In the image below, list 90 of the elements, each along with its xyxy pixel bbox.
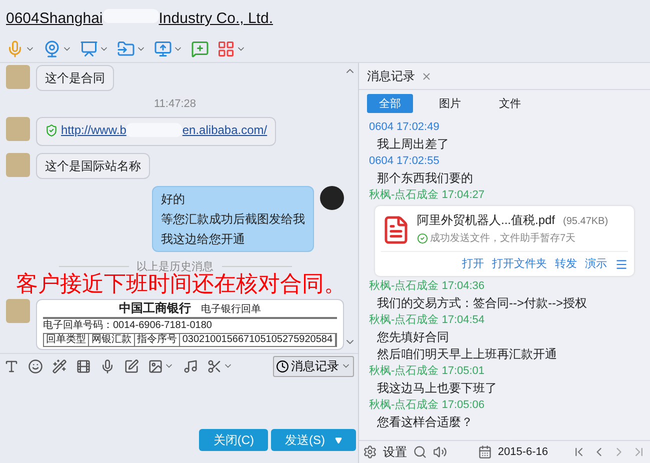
webcam-tool[interactable] — [43, 40, 72, 58]
file-action-link[interactable]: 演示 — [585, 256, 607, 273]
avatar — [6, 65, 30, 89]
message-text: 我这边马上也要下班了 — [376, 380, 498, 397]
image-icon — [148, 358, 163, 374]
settings-icon — [363, 445, 377, 459]
file-action-link[interactable]: 打开 — [462, 256, 484, 273]
apps-grid-icon — [217, 40, 235, 58]
smiley-tool[interactable] — [28, 358, 43, 374]
message-header: 0604 17:02:55 — [369, 154, 440, 169]
font-tool[interactable] — [4, 358, 19, 374]
message-header: 秋枫-点石成金 17:05:06 — [369, 398, 486, 413]
webcam-icon — [43, 40, 61, 58]
message-bubble: 好的 等您汇款成功后截图发给我 我这边给您开通 — [152, 186, 314, 252]
history-button[interactable]: 消息记录 — [273, 356, 354, 376]
message-header: 秋枫-点石成金 17:04:27 — [369, 188, 486, 203]
scissors-tool[interactable] — [207, 358, 233, 374]
clock-icon — [276, 360, 289, 372]
message-header: 秋枫-点石成金 17:05:01 — [369, 364, 486, 379]
avatar — [6, 117, 30, 141]
settings-label[interactable]: 设置 — [383, 444, 407, 460]
search-icon — [413, 445, 427, 459]
calendar-icon — [478, 445, 492, 459]
filter-tab[interactable]: 图片 — [427, 94, 473, 113]
file-action-link[interactable]: 转发 — [555, 256, 577, 273]
caret-icon — [335, 436, 342, 444]
file-action-link[interactable]: 打开文件夹 — [492, 256, 547, 273]
screen-tool[interactable] — [154, 40, 183, 58]
speaker-icon — [433, 445, 447, 459]
shield-check-icon — [45, 124, 58, 136]
film-tool[interactable] — [76, 358, 91, 374]
music-tool[interactable] — [183, 358, 198, 374]
message-text: 我上周出差了 — [376, 136, 450, 153]
scissors-icon — [207, 358, 222, 374]
file-name: 阿里外贸机器人...值税.pdf — [417, 212, 556, 229]
check-icon — [417, 233, 428, 244]
file-status: 成功发送文件，文件助手暂存7天 — [417, 230, 608, 247]
message-time: 11:47:28 — [154, 98, 196, 110]
message-add-tool[interactable] — [191, 40, 209, 58]
smiley-icon — [28, 358, 43, 374]
microphone-tool[interactable] — [100, 358, 115, 374]
edit-tool[interactable] — [124, 358, 139, 374]
receipt-title: 电子银行回单 — [201, 304, 261, 316]
folder-icon — [117, 40, 135, 58]
filter-tab[interactable]: 文件 — [487, 94, 533, 113]
history-tab[interactable]: 消息记录 — [367, 68, 415, 84]
filter-tab[interactable]: 全部 — [367, 94, 413, 113]
avatar — [6, 152, 30, 176]
screen-icon — [154, 40, 172, 58]
magic-wand-icon — [52, 358, 67, 374]
annotation-caption: 客户接近下班时间还在核对合同。 — [16, 272, 346, 296]
message-add-icon — [191, 40, 209, 58]
message-bubble: 这个是合同 — [36, 65, 114, 91]
music-icon — [183, 358, 198, 374]
edit-icon — [124, 358, 139, 374]
avatar — [6, 298, 30, 322]
message-text: 我们的交易方式：签合同-->付款-->授权 — [376, 295, 588, 312]
receipt-number: 电子回单号码：0014-6906-7181-0180 — [43, 320, 213, 332]
apps-grid-tool[interactable] — [217, 40, 246, 58]
message-header: 0604 17:02:49 — [369, 120, 440, 135]
image-tool[interactable] — [148, 358, 174, 374]
microphone-icon — [100, 358, 115, 374]
font-icon — [4, 358, 19, 374]
message-text: 您看这样合适麼？ — [376, 414, 474, 431]
message-text: 您先填好合同 — [376, 329, 450, 346]
close-icon — [421, 70, 432, 82]
message-bubble: 这个是国际站名称 — [36, 152, 150, 178]
chart-screen-icon — [80, 40, 98, 58]
send-button[interactable]: 发送(S) — [271, 429, 356, 451]
avatar — [320, 186, 344, 210]
window-title: 0604Shanghai Industry Co., Ltd. — [6, 9, 273, 27]
receipt-cell: 网银汇款 — [89, 334, 135, 346]
microphone-icon — [6, 40, 24, 58]
chart-screen-tool[interactable] — [80, 40, 109, 58]
close-button[interactable]: 关闭(C) — [199, 429, 268, 451]
receipt-cell: 回单类型 — [44, 334, 90, 346]
menu-icon[interactable] — [615, 258, 628, 271]
magic-wand-tool[interactable] — [52, 358, 67, 374]
receipt-cell: 030210015667105105275920584 — [180, 334, 336, 346]
folder-tool[interactable] — [117, 40, 146, 58]
message-text: 然后咱们明天早上上班再汇款开通 — [376, 346, 558, 363]
history-divider-text: 以上是历史消息 — [136, 260, 214, 272]
message-header: 秋枫-点石成金 17:04:36 — [369, 278, 486, 294]
film-icon — [76, 358, 91, 374]
bank-name: 中国工商银行 — [119, 302, 191, 314]
receipt-cell: 指令序号 — [134, 334, 180, 346]
date-label: 2015-6-16 — [498, 446, 548, 458]
message-text: 那个东西我们要的 — [376, 170, 474, 187]
file-size: (95.47KB) — [563, 215, 608, 229]
message-header: 秋枫-点石成金 17:04:54 — [369, 312, 486, 328]
